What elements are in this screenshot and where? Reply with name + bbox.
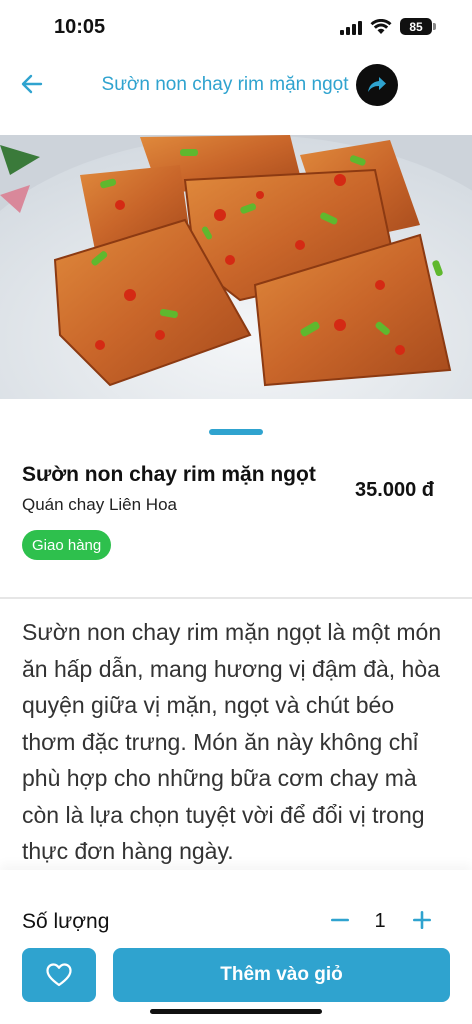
page-title: Sườn non chay rim mặn ngọt	[101, 74, 349, 95]
product-price: 35.000 đ	[355, 479, 434, 501]
add-to-cart-button[interactable]: Thêm vào giỏ	[113, 948, 450, 1002]
product-name: Sườn non chay rim mặn ngọt	[22, 463, 316, 486]
header: Sườn non chay rim mặn ngọt	[0, 54, 472, 118]
signal-icon	[340, 19, 362, 35]
plus-icon	[413, 911, 431, 929]
battery-icon: 85	[400, 18, 436, 35]
share-icon	[368, 77, 386, 92]
minus-icon	[331, 918, 349, 922]
delivery-badge: Giao hàng	[22, 530, 112, 560]
product-description: Sườn non chay rim mặn ngọt là một món ăn…	[22, 619, 442, 864]
quantity-label: Số lượng	[22, 910, 110, 933]
quantity-decrease-button[interactable]	[326, 906, 354, 934]
back-button[interactable]	[16, 68, 48, 100]
quantity-value: 1	[374, 910, 386, 932]
divider	[0, 597, 472, 599]
restaurant-name: Quán chay Liên Hoa	[22, 495, 177, 514]
heart-icon	[46, 963, 72, 987]
home-indicator	[150, 1009, 322, 1014]
wifi-icon	[370, 18, 392, 34]
arrow-left-icon	[21, 74, 43, 94]
bottom-panel: Số lượng 1 Thêm vào giỏ	[0, 870, 472, 1024]
status-bar: 10:05 85	[0, 0, 472, 54]
quantity-increase-button[interactable]	[408, 906, 436, 934]
image-page-indicator	[209, 429, 263, 435]
share-button[interactable]	[356, 64, 398, 106]
status-time: 10:05	[54, 16, 106, 38]
product-info: Sườn non chay rim mặn ngọt Quán chay Liê…	[0, 447, 472, 597]
status-icons: 85	[340, 18, 436, 35]
favorite-button[interactable]	[22, 948, 96, 1002]
food-image	[0, 135, 472, 399]
